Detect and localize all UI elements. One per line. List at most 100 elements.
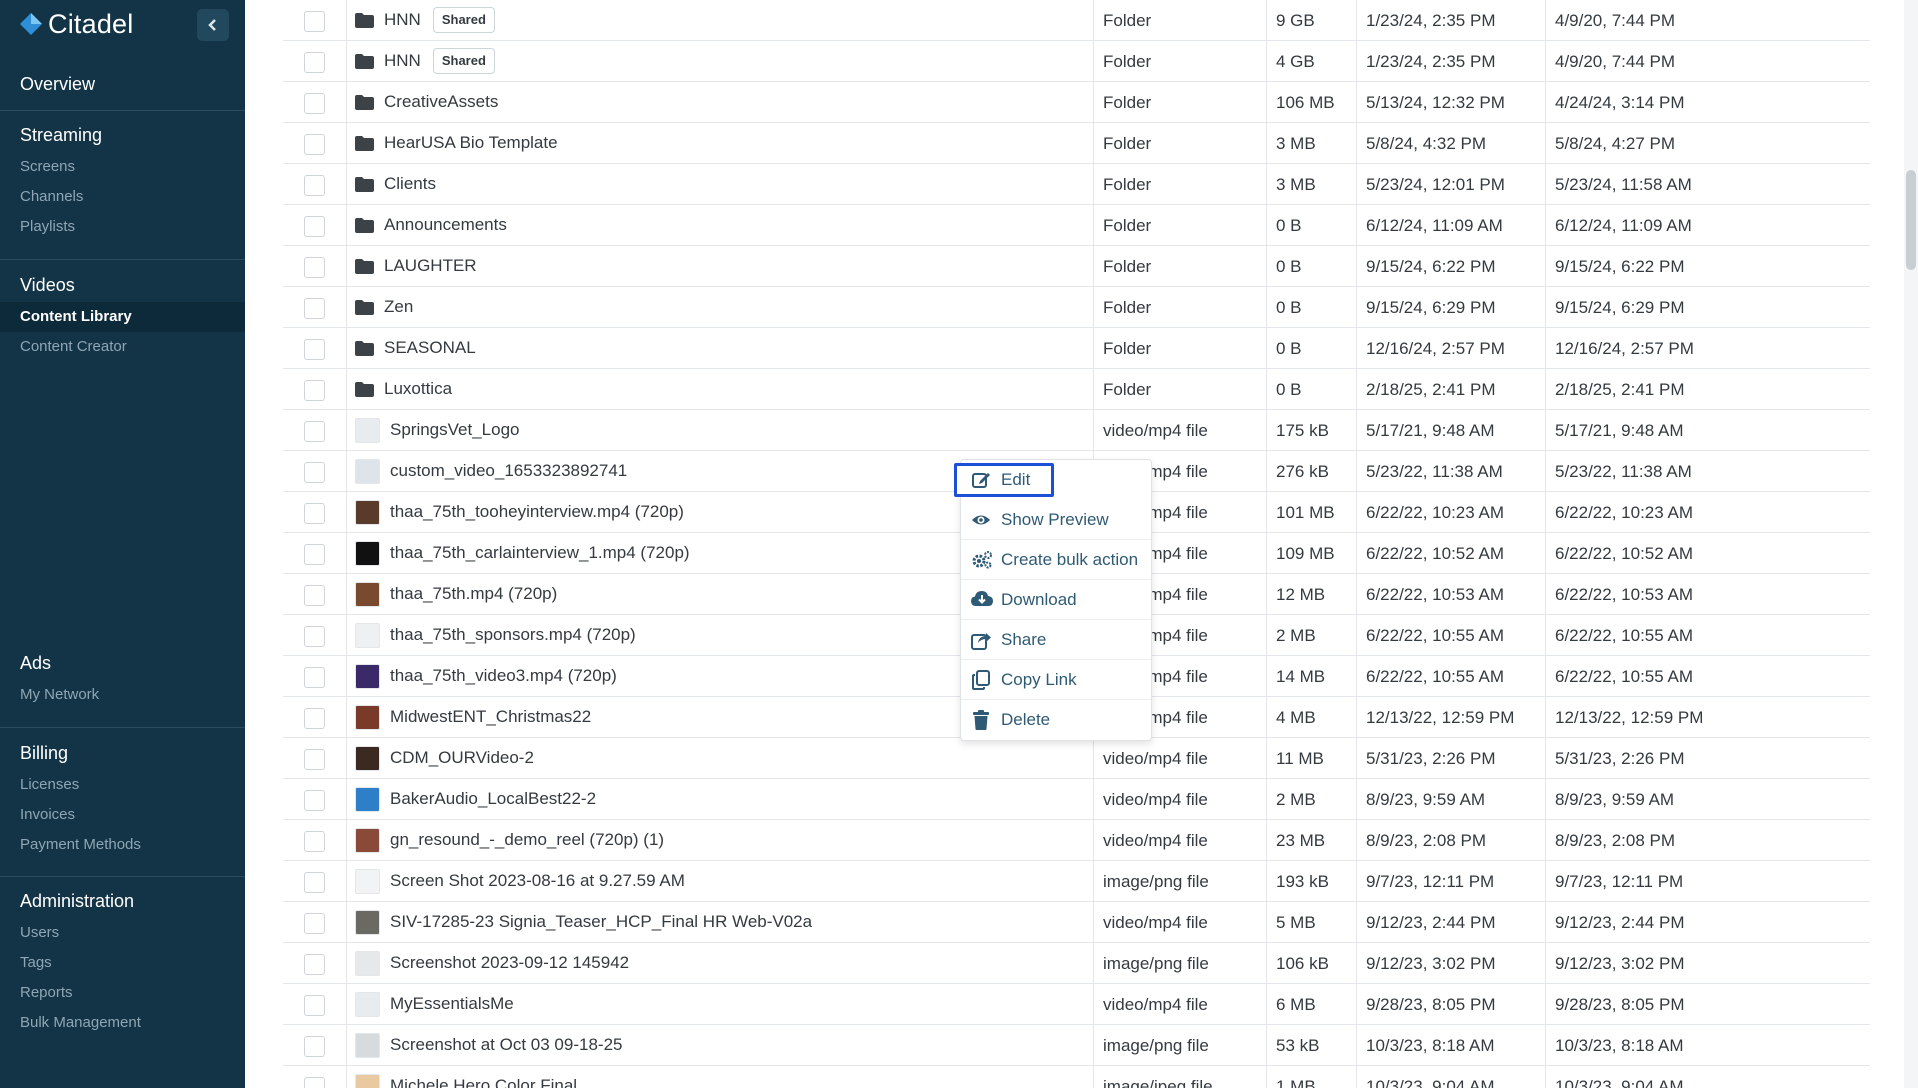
file-name[interactable]: CDM_OURVideo-2 xyxy=(390,737,534,779)
table-row[interactable]: Clients Folder 3 MB 5/23/24, 12:01 PM 5/23/2… xyxy=(283,164,1870,205)
file-name[interactable]: MidwestENT_Christmas22 xyxy=(390,696,591,738)
row-checkbox[interactable] xyxy=(304,831,325,852)
menu-item-edit[interactable]: Edit xyxy=(954,463,1054,497)
row-checkbox[interactable] xyxy=(304,954,325,975)
nav-item-reports[interactable]: Reports xyxy=(0,978,245,1008)
table-row[interactable]: LAUGHTER Folder 0 B 9/15/24, 6:22 PM 9/15/24… xyxy=(283,246,1870,287)
table-row[interactable]: Luxottica Folder 0 B 2/18/25, 2:41 PM 2/18/2… xyxy=(283,369,1870,410)
file-name[interactable]: gn_resound_-_demo_reel (720p) (1) xyxy=(390,819,664,861)
file-name-cell[interactable]: Announcements xyxy=(355,205,507,245)
row-checkbox[interactable] xyxy=(304,995,325,1016)
file-name[interactable]: SpringsVet_Logo xyxy=(390,409,520,451)
file-name-cell[interactable]: gn_resound_-_demo_reel (720p) (1) xyxy=(355,820,664,860)
nav-item-users[interactable]: Users xyxy=(0,918,245,948)
nav-item-invoices[interactable]: Invoices xyxy=(0,800,245,830)
file-name[interactable]: Screenshot 2023-09-12 145942 xyxy=(390,942,629,984)
file-name-cell[interactable]: Screenshot at Oct 03 09-18-25 xyxy=(355,1025,622,1065)
row-checkbox[interactable] xyxy=(304,1077,325,1088)
scrollbar-thumb[interactable] xyxy=(1906,170,1916,270)
file-name[interactable]: Michele Hero Color Final xyxy=(390,1065,577,1088)
file-name[interactable]: LAUGHTER xyxy=(384,245,477,287)
file-name[interactable]: SEASONAL xyxy=(384,327,476,369)
row-checkbox[interactable] xyxy=(304,872,325,893)
file-name-cell[interactable]: HNN Shared xyxy=(355,41,495,81)
file-name-cell[interactable]: CreativeAssets xyxy=(355,82,498,122)
file-name-cell[interactable]: thaa_75th_tooheyinterview.mp4 (720p) xyxy=(355,492,684,532)
file-name[interactable]: thaa_75th_video3.mp4 (720p) xyxy=(390,655,617,697)
file-name[interactable]: HNN xyxy=(384,40,421,82)
file-name[interactable]: Announcements xyxy=(384,204,507,246)
row-checkbox[interactable] xyxy=(304,585,325,606)
file-name-cell[interactable]: Screenshot 2023-09-12 145942 xyxy=(355,943,629,983)
table-row[interactable]: SpringsVet_Logo video/mp4 file 175 kB 5/17/… xyxy=(283,410,1870,451)
file-name-cell[interactable]: MidwestENT_Christmas22 xyxy=(355,697,591,737)
file-name[interactable]: Luxottica xyxy=(384,368,452,410)
file-name-cell[interactable]: SEASONAL xyxy=(355,328,476,368)
nav-item-screens[interactable]: Screens xyxy=(0,152,245,182)
file-name[interactable]: MyEssentialsMe xyxy=(390,983,514,1025)
brand[interactable]: Citadel xyxy=(20,6,133,42)
nav-item-licenses[interactable]: Licenses xyxy=(0,770,245,800)
nav-item-playlists[interactable]: Playlists xyxy=(0,212,245,242)
nav-item-my-network[interactable]: My Network xyxy=(0,680,245,710)
file-name-cell[interactable]: BakerAudio_LocalBest22-2 xyxy=(355,779,596,819)
menu-item-download[interactable]: Download xyxy=(961,580,1151,620)
file-name[interactable]: thaa_75th.mp4 (720p) xyxy=(390,573,557,615)
file-name-cell[interactable]: LAUGHTER xyxy=(355,246,477,286)
menu-item-share[interactable]: Share xyxy=(961,620,1151,660)
table-row[interactable]: Michele Hero Color Final image/jpeg file 1… xyxy=(283,1066,1870,1088)
row-checkbox[interactable] xyxy=(304,93,325,114)
nav-item-bulk-management[interactable]: Bulk Management xyxy=(0,1008,245,1038)
table-row[interactable]: Announcements Folder 0 B 6/12/24, 11:09 AM 6… xyxy=(283,205,1870,246)
file-name-cell[interactable]: CDM_OURVideo-2 xyxy=(355,738,534,778)
table-row[interactable]: MyEssentialsMe video/mp4 file 6 MB 9/28/23,… xyxy=(283,984,1870,1025)
table-row[interactable]: HearUSA Bio Template Folder 3 MB 5/8/24, 4:… xyxy=(283,123,1870,164)
file-name-cell[interactable]: Luxottica xyxy=(355,369,452,409)
row-checkbox[interactable] xyxy=(304,134,325,155)
table-row[interactable]: Screen Shot 2023-08-16 at 9.27.59 AM imag… xyxy=(283,861,1870,902)
table-row[interactable]: Screenshot at Oct 03 09-18-25 image/png f… xyxy=(283,1025,1870,1066)
row-checkbox[interactable] xyxy=(304,298,325,319)
file-name[interactable]: SIV-17285-23 Signia_Teaser_HCP_Final HR … xyxy=(390,901,812,943)
file-name-cell[interactable]: custom_video_1653323892741 xyxy=(355,451,627,491)
row-checkbox[interactable] xyxy=(304,708,325,729)
row-checkbox[interactable] xyxy=(304,421,325,442)
table-row[interactable]: SEASONAL Folder 0 B 12/16/24, 2:57 PM 12/16/… xyxy=(283,328,1870,369)
vertical-scrollbar[interactable] xyxy=(1904,0,1918,1088)
row-checkbox[interactable] xyxy=(304,380,325,401)
row-checkbox[interactable] xyxy=(304,913,325,934)
table-row[interactable]: Zen Folder 0 B 9/15/24, 6:29 PM 9/15/24, 6:2… xyxy=(283,287,1870,328)
collapse-sidebar-button[interactable] xyxy=(197,9,229,41)
row-checkbox[interactable] xyxy=(304,339,325,360)
row-checkbox[interactable] xyxy=(304,749,325,770)
menu-item-create-bulk-action[interactable]: Create bulk action xyxy=(961,540,1151,580)
file-name-cell[interactable]: thaa_75th.mp4 (720p) xyxy=(355,574,557,614)
file-name[interactable]: HearUSA Bio Template xyxy=(384,122,558,164)
file-name-cell[interactable]: Michele Hero Color Final xyxy=(355,1066,577,1088)
file-name-cell[interactable]: Clients xyxy=(355,164,436,204)
file-name-cell[interactable]: Screen Shot 2023-08-16 at 9.27.59 AM xyxy=(355,861,685,901)
row-checkbox[interactable] xyxy=(304,257,325,278)
file-name[interactable]: BakerAudio_LocalBest22-2 xyxy=(390,778,596,820)
file-name-cell[interactable]: SIV-17285-23 Signia_Teaser_HCP_Final HR … xyxy=(355,902,812,942)
row-checkbox[interactable] xyxy=(304,175,325,196)
file-name-cell[interactable]: HNN Shared xyxy=(355,0,495,40)
nav-item-content-library[interactable]: Content Library xyxy=(0,302,245,332)
file-name[interactable]: Zen xyxy=(384,286,413,328)
file-name-cell[interactable]: thaa_75th_video3.mp4 (720p) xyxy=(355,656,617,696)
file-name[interactable]: CreativeAssets xyxy=(384,81,498,123)
file-name-cell[interactable]: HearUSA Bio Template xyxy=(355,123,558,163)
row-checkbox[interactable] xyxy=(304,11,325,32)
file-name[interactable]: custom_video_1653323892741 xyxy=(390,450,627,492)
nav-item-payment-methods[interactable]: Payment Methods xyxy=(0,830,245,860)
table-row[interactable]: CDM_OURVideo-2 video/mp4 file 11 MB 5/31/23… xyxy=(283,738,1870,779)
table-row[interactable]: HNN Shared Folder 9 GB 1/23/24, 2:35 PM 4/9/2… xyxy=(283,0,1870,41)
file-name-cell[interactable]: thaa_75th_sponsors.mp4 (720p) xyxy=(355,615,636,655)
row-checkbox[interactable] xyxy=(304,462,325,483)
table-row[interactable]: SIV-17285-23 Signia_Teaser_HCP_Final HR … xyxy=(283,902,1870,943)
file-name-cell[interactable]: Zen xyxy=(355,287,413,327)
file-name[interactable]: thaa_75th_tooheyinterview.mp4 (720p) xyxy=(390,491,684,533)
file-name[interactable]: Screenshot at Oct 03 09-18-25 xyxy=(390,1024,622,1066)
file-name-cell[interactable]: SpringsVet_Logo xyxy=(355,410,520,450)
nav-item-content-creator[interactable]: Content Creator xyxy=(0,332,245,362)
